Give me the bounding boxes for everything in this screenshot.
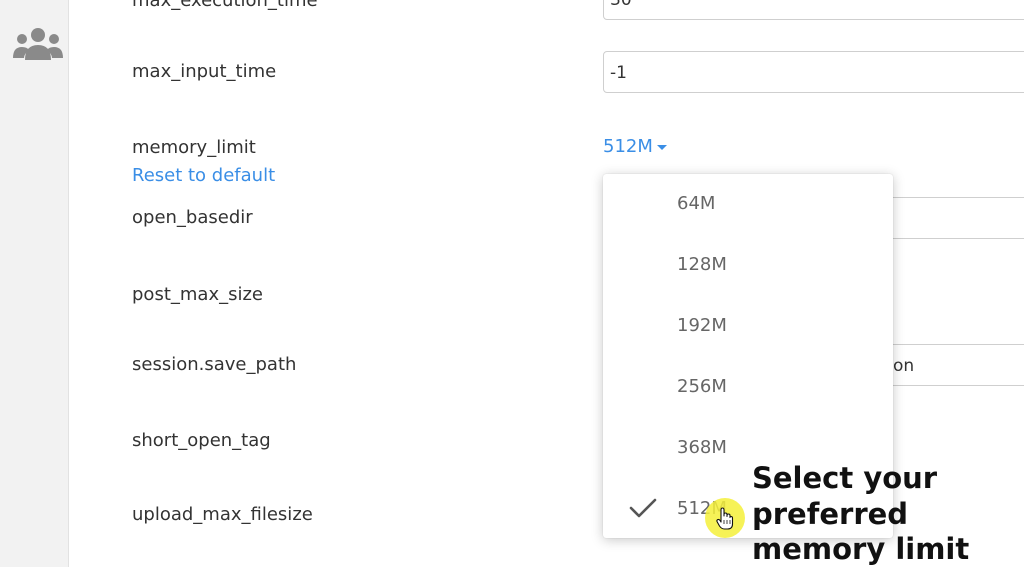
max-execution-time-label: max_execution_time: [132, 0, 318, 11]
option-label: 64M: [677, 193, 716, 214]
dropdown-option-256m[interactable]: 256M: [603, 357, 893, 418]
memory-limit-dropdown-toggle[interactable]: 512M: [603, 136, 667, 157]
reset-to-default-link[interactable]: Reset to default: [132, 165, 275, 186]
max-execution-time-input[interactable]: 30: [603, 0, 1024, 20]
max-input-time-value: -1: [610, 63, 627, 83]
check-icon: [629, 497, 657, 524]
dropdown-option-64m[interactable]: 64M: [603, 174, 893, 235]
upload-max-filesize-label: upload_max_filesize: [132, 504, 313, 525]
max-input-time-label: max_input_time: [132, 61, 277, 82]
annotation-text: Select your preferred memory limit: [752, 461, 970, 566]
session-save-path-label: session.save_path: [132, 354, 297, 375]
max-input-time-input[interactable]: -1: [603, 51, 1024, 93]
option-label: 368M: [677, 437, 727, 458]
dropdown-option-192m[interactable]: 192M: [603, 296, 893, 357]
dropdown-option-128m[interactable]: 128M: [603, 235, 893, 296]
caret-down-icon: [656, 144, 667, 150]
option-label: 128M: [677, 254, 727, 275]
session-save-path-value: on: [893, 356, 915, 376]
open-basedir-label: open_basedir: [132, 207, 253, 228]
memory-limit-value: 512M: [603, 136, 653, 157]
post-max-size-label: post_max_size: [132, 284, 263, 305]
memory-limit-label: memory_limit: [132, 137, 256, 158]
option-label: 256M: [677, 376, 727, 397]
option-label: 192M: [677, 315, 727, 336]
hand-pointer-icon: [716, 507, 734, 535]
sidebar: [0, 0, 69, 567]
users-icon[interactable]: [12, 26, 64, 66]
mouse-cursor: [705, 498, 745, 538]
short-open-tag-label: short_open_tag: [132, 430, 271, 451]
max-execution-time-value: 30: [610, 0, 632, 10]
